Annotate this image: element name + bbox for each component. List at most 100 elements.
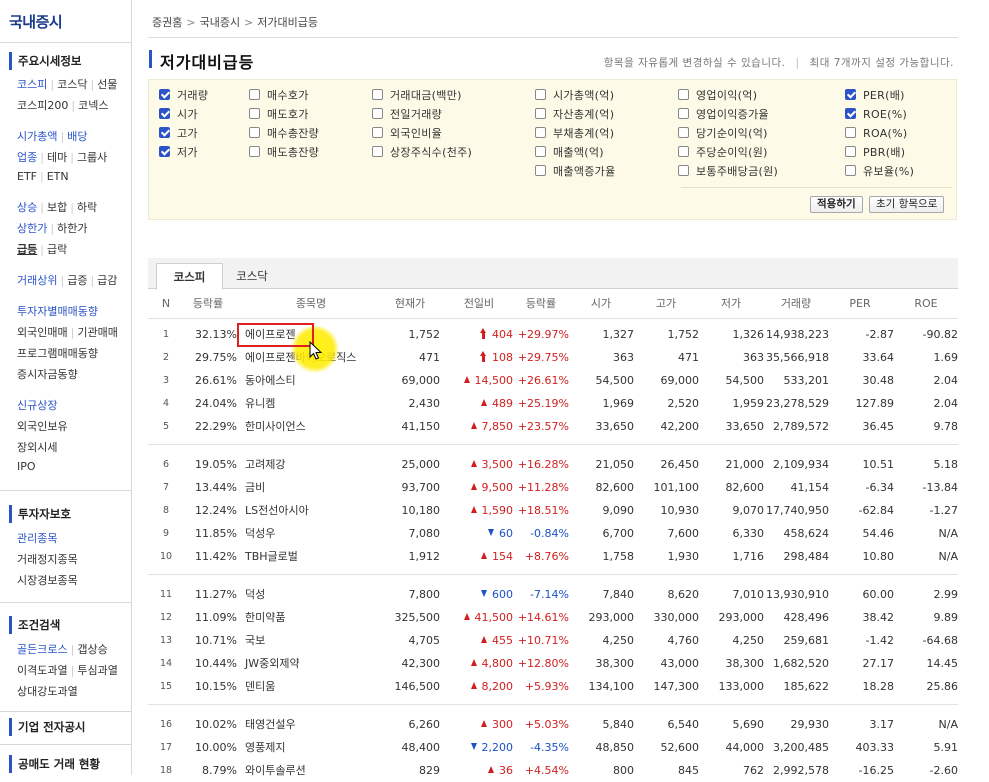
sidebar-item-market-cap[interactable]: 시가총액 bbox=[17, 130, 57, 143]
option-label[interactable]: 매출액증가율 bbox=[553, 165, 616, 178]
sidebar-item-deposit[interactable]: 증시자금동향 bbox=[17, 368, 78, 381]
cond-section-title[interactable]: 조건검색 bbox=[9, 616, 131, 634]
stock-name-link[interactable]: 국보 bbox=[245, 629, 385, 652]
option-col6-0[interactable]: PER(배) bbox=[845, 88, 905, 104]
checkbox-unchecked-icon[interactable] bbox=[535, 165, 546, 176]
checkbox-unchecked-icon[interactable] bbox=[678, 127, 689, 138]
short-section-title[interactable]: 공매도 거래 현황 bbox=[9, 755, 131, 773]
checkbox-unchecked-icon[interactable] bbox=[535, 108, 546, 119]
stock-name-link[interactable]: 덕성우 bbox=[245, 522, 385, 545]
option-col2-1[interactable]: 매도호가 bbox=[249, 107, 309, 123]
option-col3-2[interactable]: 외국인비율 bbox=[372, 126, 442, 142]
checkbox-unchecked-icon[interactable] bbox=[372, 127, 383, 138]
checkbox-unchecked-icon[interactable] bbox=[249, 127, 260, 138]
sidebar-item-konex[interactable]: 코넥스 bbox=[78, 99, 108, 112]
option-label[interactable]: 매수총잔량 bbox=[267, 127, 319, 140]
option-label[interactable]: 부채총계(억) bbox=[553, 127, 614, 140]
apply-button[interactable]: 적용하기 bbox=[810, 196, 863, 213]
sidebar-item-upper-limit[interactable]: 상한가 bbox=[17, 222, 47, 235]
sidebar-item-surge[interactable]: 급등 bbox=[17, 243, 37, 256]
stock-name-link[interactable]: 금비 bbox=[245, 476, 385, 499]
option-label[interactable]: 매도총잔량 bbox=[267, 146, 319, 159]
checkbox-unchecked-icon[interactable] bbox=[535, 146, 546, 157]
sidebar-item-flat[interactable]: 보합 bbox=[47, 201, 67, 214]
option-col1-2[interactable]: 고가 bbox=[159, 126, 198, 142]
option-col5-1[interactable]: 영업이익증가율 bbox=[678, 107, 769, 123]
sidebar-item-disparity[interactable]: 이격도과열 bbox=[17, 664, 68, 677]
sidebar-item-foreign[interactable]: 외국인매매 bbox=[17, 326, 68, 339]
checkbox-unchecked-icon[interactable] bbox=[678, 165, 689, 176]
option-col5-4[interactable]: 보통주배당금(원) bbox=[678, 164, 778, 180]
stock-name-link[interactable]: 태영건설우 bbox=[245, 713, 385, 736]
option-label[interactable]: 매출액(억) bbox=[553, 146, 604, 159]
checkbox-unchecked-icon[interactable] bbox=[845, 146, 856, 157]
option-col3-1[interactable]: 전일거래량 bbox=[372, 107, 442, 123]
stock-name-link[interactable]: 덴티움 bbox=[245, 675, 385, 698]
checkbox-unchecked-icon[interactable] bbox=[678, 108, 689, 119]
option-label[interactable]: 시가 bbox=[177, 108, 198, 121]
stock-name-link[interactable]: 덕성 bbox=[245, 583, 385, 606]
sidebar-item-rise[interactable]: 상승 bbox=[17, 201, 37, 214]
sidebar-item-psych[interactable]: 투심과열 bbox=[77, 664, 117, 677]
option-col4-0[interactable]: 시가총액(억) bbox=[535, 88, 614, 104]
option-col4-3[interactable]: 매출액(억) bbox=[535, 145, 604, 161]
option-label[interactable]: 매수호가 bbox=[267, 89, 309, 102]
sidebar-item-investor[interactable]: 투자자별매매동향 bbox=[17, 305, 98, 318]
option-label[interactable]: 자산총계(억) bbox=[553, 108, 614, 121]
sidebar-item-etn[interactable]: ETN bbox=[47, 170, 69, 183]
breadcrumb-home[interactable]: 증권홈 bbox=[152, 16, 182, 29]
option-label[interactable]: PER(배) bbox=[863, 89, 905, 102]
sidebar-item-ipo[interactable]: IPO bbox=[17, 460, 36, 473]
checkbox-checked-icon[interactable] bbox=[159, 127, 170, 138]
reset-button[interactable]: 초기 항목으로 bbox=[869, 196, 945, 213]
option-label[interactable]: 유보율(%) bbox=[863, 165, 914, 178]
checkbox-checked-icon[interactable] bbox=[159, 146, 170, 157]
option-col6-2[interactable]: ROA(%) bbox=[845, 126, 907, 142]
option-label[interactable]: 당기순이익(억) bbox=[696, 127, 768, 140]
sidebar-item-etf[interactable]: ETF bbox=[17, 170, 37, 183]
checkbox-unchecked-icon[interactable] bbox=[535, 127, 546, 138]
stock-name-link[interactable]: 한미약품 bbox=[245, 606, 385, 629]
checkbox-unchecked-icon[interactable] bbox=[678, 146, 689, 157]
option-label[interactable]: 영업이익(억) bbox=[696, 89, 757, 102]
sidebar-item-futures[interactable]: 선물 bbox=[97, 78, 117, 91]
checkbox-unchecked-icon[interactable] bbox=[249, 108, 260, 119]
sidebar-item-vol-drop[interactable]: 급감 bbox=[97, 274, 117, 287]
option-label[interactable]: PBR(배) bbox=[863, 146, 905, 159]
option-col3-0[interactable]: 거래대금(백만) bbox=[372, 88, 462, 104]
disclosure-section-title[interactable]: 기업 전자공시 bbox=[9, 718, 131, 736]
stock-name-link[interactable]: 한미사이언스 bbox=[245, 415, 385, 438]
option-label[interactable]: 고가 bbox=[177, 127, 198, 140]
sidebar-item-theme[interactable]: 테마 bbox=[47, 151, 67, 164]
option-label[interactable]: ROA(%) bbox=[863, 127, 907, 140]
stock-name-link[interactable]: 유니켐 bbox=[245, 392, 385, 415]
option-label[interactable]: 저가 bbox=[177, 146, 198, 159]
checkbox-checked-icon[interactable] bbox=[845, 89, 856, 100]
sidebar-item-off-market[interactable]: 장외시세 bbox=[17, 441, 57, 454]
sidebar-item-group[interactable]: 그룹사 bbox=[77, 151, 107, 164]
option-col2-0[interactable]: 매수호가 bbox=[249, 88, 309, 104]
option-label[interactable]: 거래대금(백만) bbox=[390, 89, 462, 102]
option-col6-3[interactable]: PBR(배) bbox=[845, 145, 905, 161]
checkbox-unchecked-icon[interactable] bbox=[372, 146, 383, 157]
sidebar-item-new-listing[interactable]: 신규상장 bbox=[17, 399, 57, 412]
protect-section-title[interactable]: 투자자보호 bbox=[9, 505, 131, 523]
sidebar-item-halted[interactable]: 거래정지종목 bbox=[17, 553, 78, 566]
sidebar-item-gap-up[interactable]: 갭상승 bbox=[77, 643, 107, 656]
option-col4-1[interactable]: 자산총계(억) bbox=[535, 107, 614, 123]
option-col2-2[interactable]: 매수총잔량 bbox=[249, 126, 319, 142]
checkbox-unchecked-icon[interactable] bbox=[249, 146, 260, 157]
sidebar-item-golden-cross[interactable]: 골든크로스 bbox=[17, 643, 68, 656]
checkbox-unchecked-icon[interactable] bbox=[845, 165, 856, 176]
stock-name-link[interactable]: 영풍제지 bbox=[245, 736, 385, 759]
option-label[interactable]: 상장주식수(천주) bbox=[390, 146, 472, 159]
option-col4-4[interactable]: 매출액증가율 bbox=[535, 164, 616, 180]
checkbox-unchecked-icon[interactable] bbox=[535, 89, 546, 100]
tab-kosdaq[interactable]: 코스닥 bbox=[232, 263, 272, 289]
option-col2-3[interactable]: 매도총잔량 bbox=[249, 145, 319, 161]
option-col5-0[interactable]: 영업이익(억) bbox=[678, 88, 757, 104]
checkbox-unchecked-icon[interactable] bbox=[372, 108, 383, 119]
option-col1-3[interactable]: 저가 bbox=[159, 145, 198, 161]
market-section-title[interactable]: 주요시세정보 bbox=[9, 52, 131, 70]
stock-name-link[interactable]: LS전선아시아 bbox=[245, 499, 385, 522]
